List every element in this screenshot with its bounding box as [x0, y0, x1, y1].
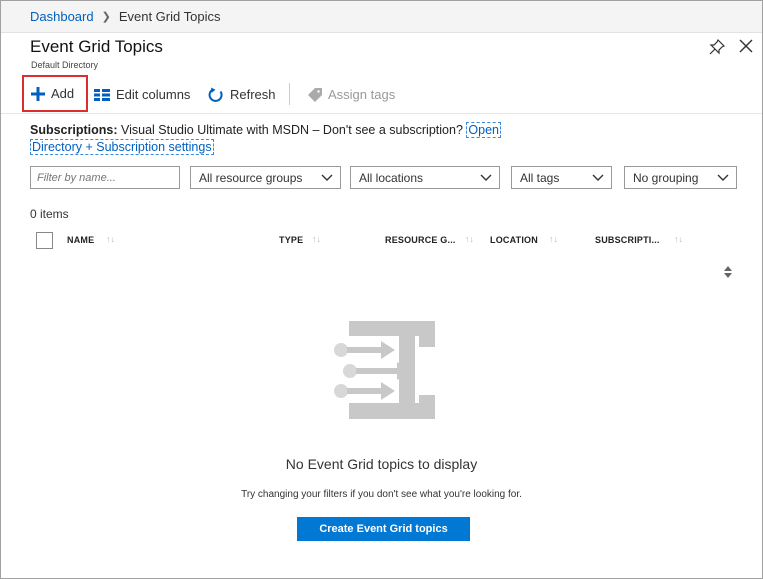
subscriptions-label: Subscriptions:	[30, 123, 118, 137]
subscriptions-text: Visual Studio Ultimate with MSDN – Don't…	[121, 123, 463, 137]
column-header-location[interactable]: LOCATION	[490, 235, 538, 245]
refresh-button[interactable]: Refresh	[208, 75, 276, 114]
sort-icon[interactable]: ↑↓	[106, 234, 115, 244]
close-icon[interactable]	[738, 38, 754, 54]
columns-icon	[94, 88, 110, 101]
page-title: Event Grid Topics	[30, 37, 163, 56]
breadcrumb-dashboard[interactable]: Dashboard	[30, 9, 94, 24]
tags-dropdown[interactable]: All tags	[511, 166, 612, 189]
empty-state-hint: Try changing your filters if you don't s…	[241, 489, 522, 500]
event-grid-icon	[331, 319, 437, 421]
tags-value: All tags	[520, 170, 560, 185]
sort-icon[interactable]: ↑↓	[465, 234, 474, 244]
filter-by-name-input[interactable]	[30, 166, 180, 189]
column-header-type[interactable]: TYPE	[279, 235, 303, 245]
assign-tags-label: Assign tags	[328, 87, 396, 102]
sort-icon[interactable]: ↑↓	[674, 234, 683, 244]
chevron-down-icon	[592, 172, 604, 186]
select-all-checkbox[interactable]	[36, 232, 53, 249]
item-count: 0 items	[30, 207, 69, 221]
add-label: Add	[51, 86, 75, 101]
breadcrumb-current: Event Grid Topics	[118, 9, 221, 24]
scroll-arrows-icon[interactable]	[722, 264, 734, 280]
tag-icon	[308, 87, 322, 102]
directory-settings-link[interactable]: Directory + Subscription settings	[30, 139, 214, 155]
column-header-resource-group[interactable]: RESOURCE G...	[385, 235, 456, 245]
grouping-dropdown[interactable]: No grouping	[624, 166, 737, 189]
toolbar-divider	[289, 83, 290, 105]
command-bar: Add Edit columns Refresh Assign tags	[1, 75, 762, 114]
column-header-name[interactable]: NAME	[67, 235, 94, 245]
locations-dropdown[interactable]: All locations	[350, 166, 500, 189]
pin-icon[interactable]	[709, 38, 726, 55]
empty-state-title: No Event Grid topics to display	[285, 456, 478, 472]
chevron-down-icon	[480, 172, 492, 186]
assign-tags-button[interactable]: Assign tags	[308, 75, 395, 114]
chevron-down-icon	[321, 172, 333, 186]
sort-icon[interactable]: ↑↓	[312, 234, 321, 244]
grid-header: NAME ↑↓ TYPE ↑↓ RESOURCE G... ↑↓ LOCATIO…	[1, 231, 762, 251]
edit-columns-button[interactable]: Edit columns	[94, 75, 190, 114]
plus-icon	[31, 86, 45, 101]
refresh-label: Refresh	[230, 87, 276, 102]
app-window: Dashboard ❯ Event Grid Topics Event Grid…	[0, 0, 763, 579]
create-event-grid-topics-button[interactable]: Create Event Grid topics	[297, 517, 470, 541]
page-subtitle: Default Directory	[31, 60, 99, 70]
add-button[interactable]: Add	[22, 75, 88, 112]
edit-columns-label: Edit columns	[116, 87, 191, 102]
resource-groups-dropdown[interactable]: All resource groups	[190, 166, 341, 189]
sort-icon[interactable]: ↑↓	[549, 234, 558, 244]
subscriptions-info: Subscriptions: Visual Studio Ultimate wi…	[30, 122, 530, 156]
column-header-subscription[interactable]: SUBSCRIPTI...	[595, 235, 660, 245]
directory-settings-link-open[interactable]: Open	[466, 122, 501, 138]
grouping-value: No grouping	[633, 170, 699, 185]
resource-groups-value: All resource groups	[199, 170, 303, 185]
breadcrumb: Dashboard ❯ Event Grid Topics	[1, 1, 762, 33]
locations-value: All locations	[359, 170, 424, 185]
chevron-down-icon	[717, 172, 729, 186]
breadcrumb-separator-icon: ❯	[101, 11, 111, 23]
refresh-icon	[208, 87, 224, 103]
